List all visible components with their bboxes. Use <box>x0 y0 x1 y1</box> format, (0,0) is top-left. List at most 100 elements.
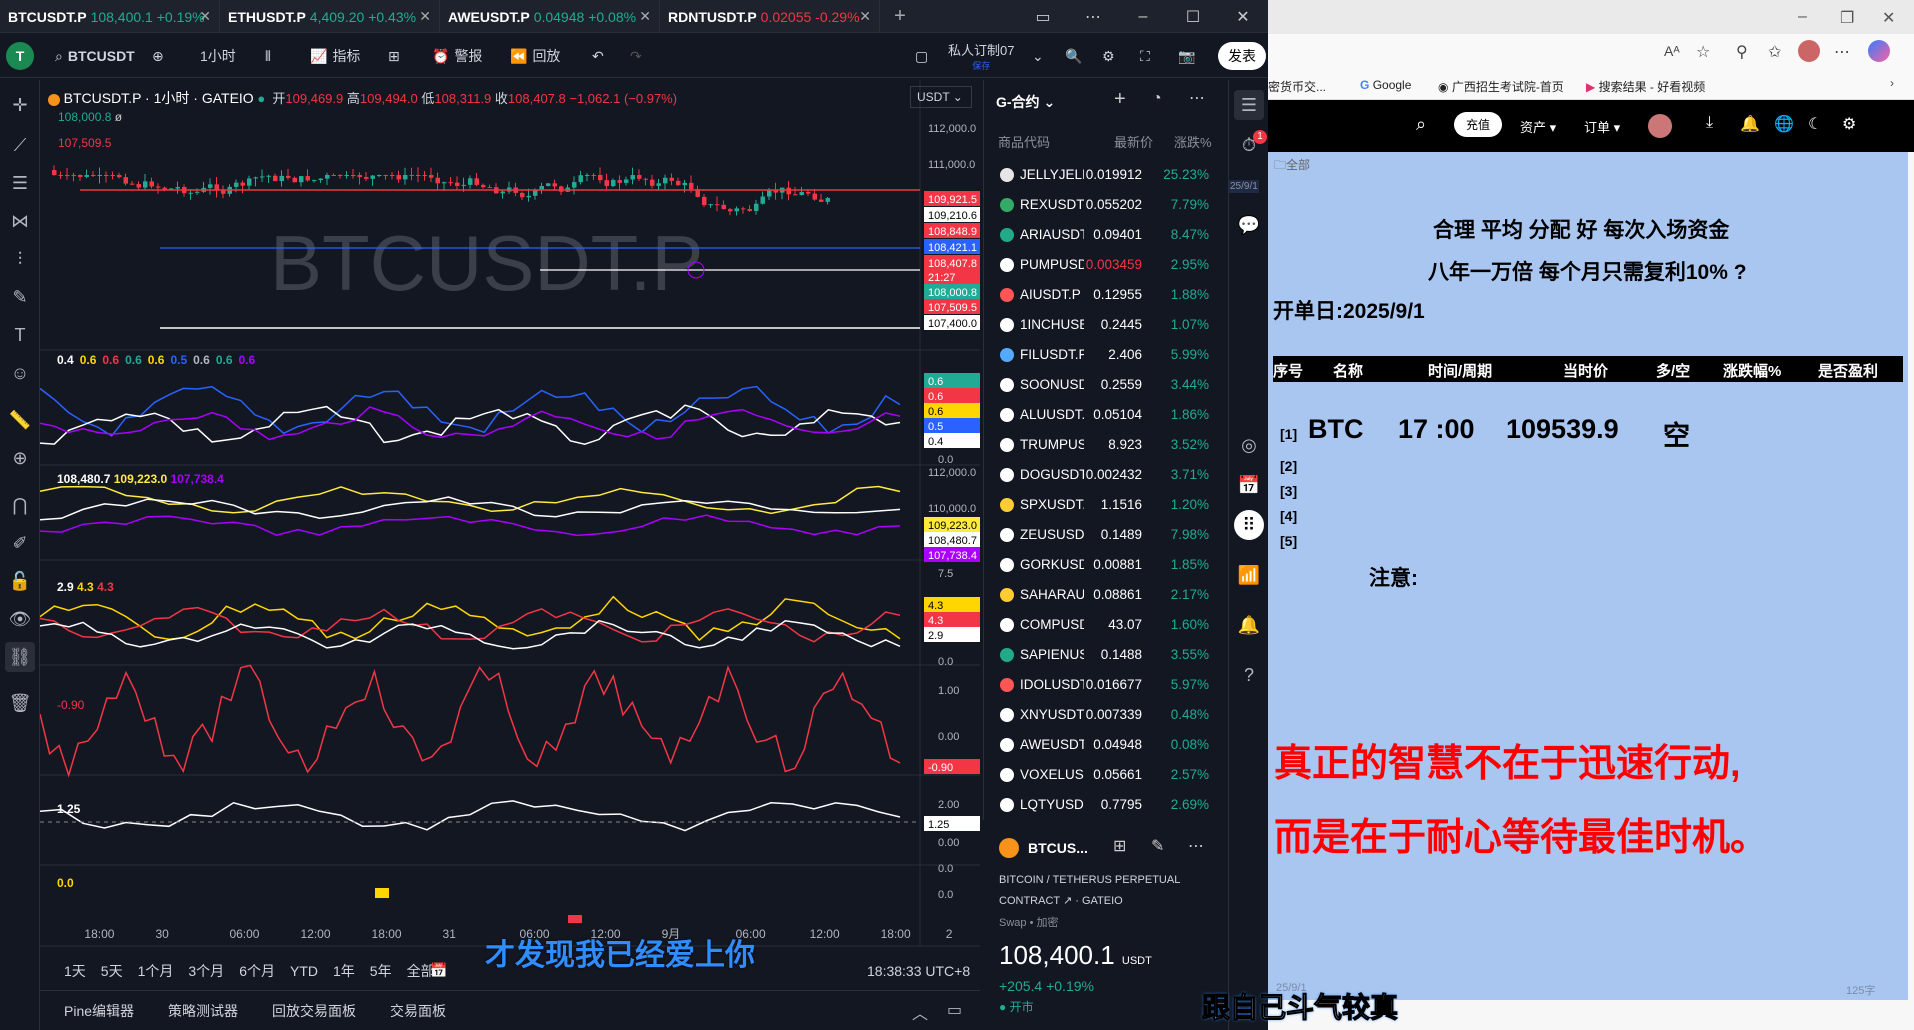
watchlist-row[interactable]: 1INCHUSE 0.2445 1.07% <box>984 310 1224 340</box>
watchlist-row[interactable]: SAHARAU 0.08861 2.17% <box>984 580 1224 610</box>
interval-button[interactable]: 1小时 <box>200 46 236 66</box>
help-icon[interactable]: ? <box>1234 660 1264 690</box>
favorites-icon[interactable]: ✩ <box>1768 42 1781 62</box>
timeframe-0[interactable]: 1天 <box>64 961 86 981</box>
minimize-icon[interactable]: – <box>1118 8 1168 26</box>
user-avatar[interactable] <box>1648 114 1672 138</box>
watchlist-row[interactable]: PUMPUSD 0.003459 2.95% <box>984 250 1224 280</box>
text-icon[interactable]: T <box>5 320 35 350</box>
more-icon[interactable]: ⋯ <box>1834 42 1850 62</box>
col-price[interactable]: 最新价 <box>1114 132 1153 151</box>
bell-icon[interactable]: 🔔 <box>1234 610 1264 640</box>
replay-button[interactable]: ⏪ 回放 <box>510 34 560 78</box>
trash-icon[interactable]: 🗑 <box>5 688 35 718</box>
copilot-icon[interactable] <box>1868 40 1890 62</box>
bottom-tab-0[interactable]: Pine编辑器 <box>64 1001 134 1021</box>
restore-icon[interactable]: ❐ <box>1840 8 1854 28</box>
watchlist-row[interactable]: VOXELUSI 0.05661 2.57% <box>984 760 1224 790</box>
orders-menu[interactable]: 订单 ▾ <box>1584 117 1620 136</box>
eye-icon[interactable]: 👁 <box>5 604 35 634</box>
chart-pie-icon[interactable]: ◔ <box>1152 90 1162 108</box>
download-icon[interactable]: ⤓ <box>1706 114 1713 132</box>
timeframe-7[interactable]: 5年 <box>370 961 392 981</box>
currency-select[interactable]: USDT ⌄ <box>910 86 972 108</box>
moon-icon[interactable]: ☾ <box>1808 114 1822 134</box>
bell-icon[interactable]: 🔔 <box>1740 114 1760 134</box>
trendline-icon[interactable]: ⟋ <box>5 130 35 160</box>
chat-icon[interactable]: 💬 <box>1234 210 1264 240</box>
watchlist-row[interactable]: SAPIENUS 0.1488 3.55% <box>984 640 1224 670</box>
measure-lines-icon[interactable]: ⫶ <box>5 244 35 274</box>
lock-icon[interactable]: 🔓 <box>5 566 35 596</box>
tab-btcusdt[interactable]: BTCUSDT.P 108,400.1 +0.19% ✕ <box>0 0 220 33</box>
fullscreen-icon[interactable]: ⛶ <box>1140 48 1150 65</box>
undo-icon[interactable]: ↶ <box>592 48 604 65</box>
profile-avatar[interactable] <box>1798 40 1820 62</box>
close-icon[interactable]: ✕ <box>199 8 211 25</box>
timeframe-5[interactable]: YTD <box>290 963 318 979</box>
timeframe-1[interactable]: 5天 <box>101 961 123 981</box>
publish-button[interactable]: 发表 <box>1218 42 1266 70</box>
search-icon[interactable]: ⌕ <box>1416 114 1426 135</box>
watchlist-row[interactable]: DOGUSDT 0.002432 3.71% <box>984 460 1224 490</box>
brush-icon[interactable]: ✎ <box>5 282 35 312</box>
favorite-icon[interactable]: ☆ <box>1696 42 1710 62</box>
col-symbol[interactable]: 商品代码 <box>998 132 1050 151</box>
bottom-tab-1[interactable]: 策略测试器 <box>168 1001 238 1021</box>
bookmark-1[interactable]: 密货币交... <box>1268 78 1326 95</box>
user-avatar[interactable]: T <box>6 42 34 70</box>
settings-icon[interactable]: ⚙ <box>1842 114 1856 134</box>
layout-select[interactable]: 私人订制07 保存 <box>948 34 1014 78</box>
watchlist-row[interactable]: AWEUSDT. 0.04948 0.08% <box>984 730 1224 760</box>
pattern-icon[interactable]: ⋈ <box>5 206 35 236</box>
bookmark-google[interactable]: G Google <box>1360 78 1411 92</box>
close-icon[interactable]: ✕ <box>859 8 871 25</box>
maximize-icon[interactable]: ☐ <box>1168 7 1218 27</box>
redo-icon[interactable]: ↷ <box>630 48 642 65</box>
minimize-icon[interactable]: – <box>1798 8 1807 26</box>
chart-area[interactable]: BTCUSDT.P 112,000.0 111,000.0 109,921.5 109… <box>40 80 980 955</box>
indicators-button[interactable]: 📈 指标 <box>310 34 360 78</box>
col-change[interactable]: 涨跌% <box>1174 132 1212 151</box>
new-tab-icon[interactable]: + <box>880 0 920 32</box>
more-icon[interactable]: ⋯ <box>1188 836 1204 856</box>
camera-icon[interactable]: 📷 <box>1178 48 1195 65</box>
watchlist-row[interactable]: SPXUSDT.I 1.1516 1.20% <box>984 490 1224 520</box>
close-window-icon[interactable]: ✕ <box>1218 7 1268 27</box>
symbol-search[interactable]: ⌕ BTCUSDT <box>55 34 135 78</box>
calendar-icon[interactable]: 📅 <box>1234 470 1264 500</box>
timeframe-3[interactable]: 3个月 <box>188 961 224 981</box>
more-icon[interactable]: ⋯ <box>1189 88 1205 108</box>
zoom-in-icon[interactable]: ⊕ <box>5 443 35 473</box>
date-range-icon[interactable]: 📅 <box>430 962 447 979</box>
tab-ethusdt[interactable]: ETHUSDT.P 4,409.20 +0.43% ✕ <box>220 0 440 33</box>
watchlist-row[interactable]: FILUSDT.F 2.406 5.99% <box>984 340 1224 370</box>
extension-icon[interactable]: ⚲ <box>1736 42 1748 62</box>
add-icon[interactable]: + <box>1114 88 1126 111</box>
chevron-down-icon[interactable]: ⌄ <box>1032 48 1044 65</box>
add-symbol-icon[interactable]: ⊕ <box>152 48 164 65</box>
watchlist-row[interactable]: GORKUSD 0.00881 1.85% <box>984 550 1224 580</box>
grid-icon[interactable]: ⊞ <box>1113 836 1126 856</box>
lock-drawing-icon[interactable]: ✐ <box>5 528 35 558</box>
timeframe-2[interactable]: 1个月 <box>138 961 174 981</box>
watchlist-row[interactable]: AIUSDT.P 0.12955 1.88% <box>984 280 1224 310</box>
close-icon[interactable]: ✕ <box>419 8 431 25</box>
sticky-note[interactable]: 🗀全部 合理 平均 分配 好 每次入场资金 八年一万倍 每个月只需复利10% ?… <box>1268 152 1908 1000</box>
fib-icon[interactable]: ☰ <box>5 168 35 198</box>
bookmark-gxeea[interactable]: ◉ 广西招生考试院-首页 <box>1438 78 1564 95</box>
tab-aweusdt[interactable]: AWEUSDT.P 0.04948 +0.08% ✕ <box>440 0 660 33</box>
watchlist-row[interactable]: ALUUSDT. 0.05104 1.86% <box>984 400 1224 430</box>
ruler-icon[interactable]: 📏 <box>5 405 35 435</box>
watchlist-row[interactable]: JELLYJELI 0.019912 25.23% <box>984 160 1224 190</box>
note-folder[interactable]: 🗀全部 <box>1274 156 1310 177</box>
quick-search-icon[interactable]: 🔍 <box>1065 48 1082 65</box>
crosshair-icon[interactable]: ✛ <box>5 90 35 120</box>
layout-icon[interactable]: ▭ <box>1018 7 1068 27</box>
templates-icon[interactable]: ⊞ <box>388 48 400 65</box>
watchlist-row[interactable]: XNYUSDT. 0.007339 0.48% <box>984 700 1224 730</box>
timeframe-4[interactable]: 6个月 <box>239 961 275 981</box>
recharge-button[interactable]: 充值 <box>1454 112 1503 137</box>
magnet-icon[interactable]: ⋂ <box>5 490 35 520</box>
tab-rdntusdt[interactable]: RDNTUSDT.P 0.02055 -0.29% ✕ <box>660 0 880 33</box>
